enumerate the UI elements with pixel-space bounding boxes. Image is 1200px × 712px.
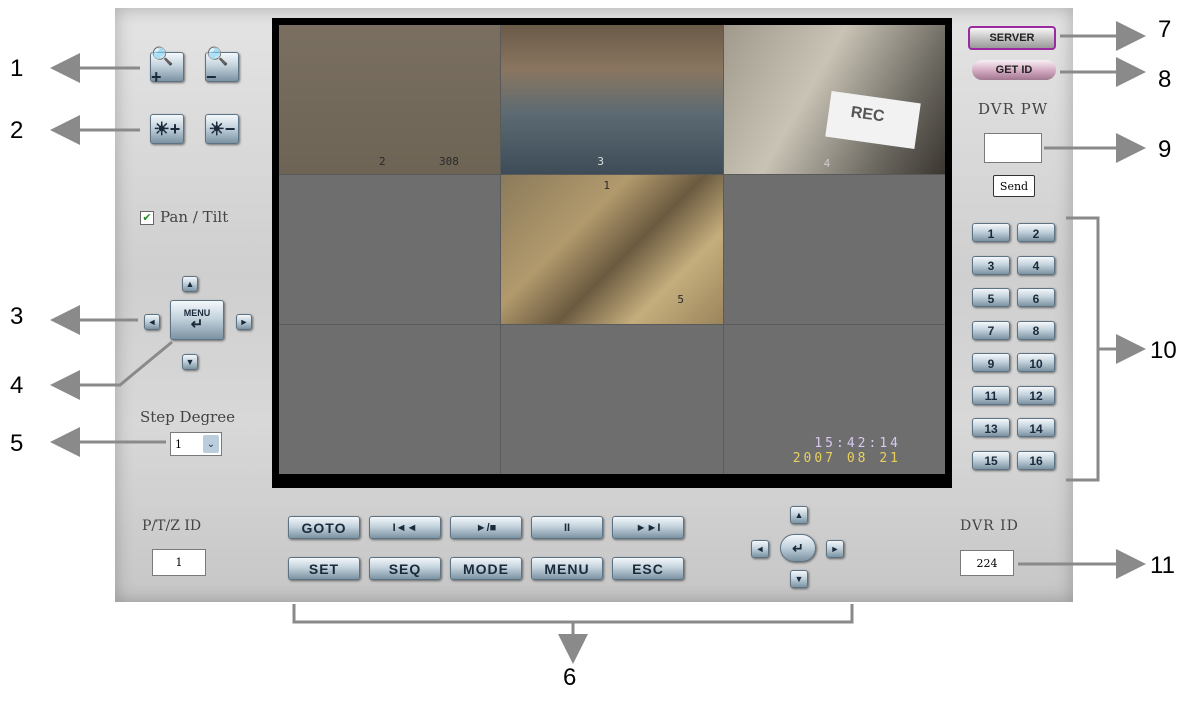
callout-number: 2 xyxy=(10,117,24,144)
annotation-lines xyxy=(50,21,1146,664)
channel-bracket xyxy=(1066,216,1100,482)
bottom-bracket xyxy=(292,604,854,624)
callout-number: 6 xyxy=(563,664,577,691)
callout-number: 7 xyxy=(1158,16,1172,43)
callout-number: 5 xyxy=(10,430,24,457)
callout-number: 1 xyxy=(10,55,24,82)
callout-number: 9 xyxy=(1158,136,1172,163)
callout-arrow xyxy=(50,340,173,400)
callout-number: 10 xyxy=(1150,337,1177,364)
callout-number: 11 xyxy=(1150,552,1175,579)
callout-number: 3 xyxy=(10,303,24,330)
callout-number: 4 xyxy=(10,372,24,399)
callout-number: 8 xyxy=(1158,66,1172,93)
